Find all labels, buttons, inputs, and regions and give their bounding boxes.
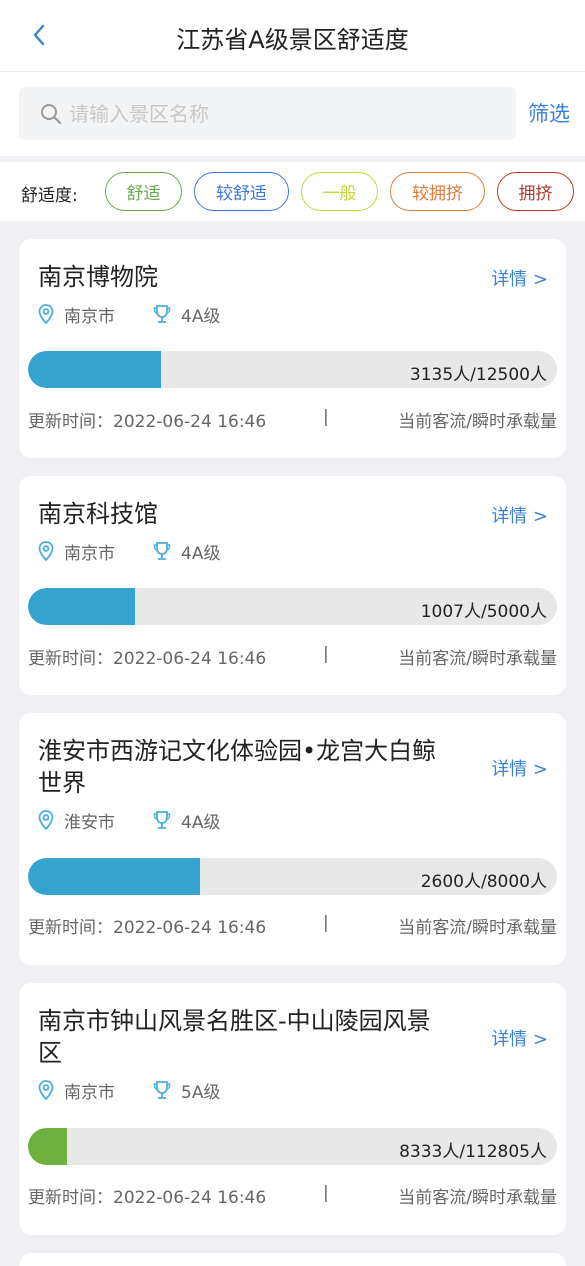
update-time: 更新时间：2022-06-24 16:46 bbox=[28, 649, 267, 669]
capacity-bar-fill bbox=[28, 588, 135, 625]
scenic-card[interactable]: 南京科技馆 详情 > 南京市 4A级 1007人/5000人 更新时间：2022… bbox=[19, 476, 566, 695]
chip-fairly-crowded[interactable]: 较拥挤 bbox=[390, 172, 485, 211]
city-label: 南京市 bbox=[64, 306, 115, 327]
update-time: 更新时间：2022-06-24 16:46 bbox=[28, 412, 267, 432]
comfort-label: 舒适度: bbox=[21, 186, 78, 206]
comfort-filter: 舒适度: 舒适 较舒适 一般 较拥挤 拥挤 bbox=[0, 162, 585, 221]
search-input[interactable] bbox=[69, 87, 499, 140]
capacity-count: 8333人/112805人 bbox=[399, 1142, 547, 1162]
capacity-bar-fill bbox=[28, 1128, 68, 1165]
update-time: 更新时间：2022-06-24 16:46 bbox=[28, 918, 267, 938]
scenic-card[interactable]: 淮安市西游记文化体验园•龙宫大白鲸世界 详情 > 淮安市 4A级 2600人/8… bbox=[19, 713, 566, 965]
search-icon bbox=[41, 104, 62, 125]
detail-link[interactable]: 详情 > bbox=[491, 502, 548, 528]
meta-row: 南京市 4A级 bbox=[38, 539, 221, 564]
capacity-count: 3135人/12500人 bbox=[409, 365, 547, 385]
meta-row: 南京市 4A级 bbox=[38, 302, 221, 327]
location-pin-icon bbox=[38, 810, 54, 830]
capacity-bar: 2600人/8000人 bbox=[28, 858, 557, 895]
scenic-card-partial[interactable] bbox=[19, 1253, 566, 1266]
level-label: 4A级 bbox=[181, 812, 221, 833]
trophy-icon bbox=[153, 811, 171, 829]
city-label: 南京市 bbox=[64, 1082, 115, 1103]
scenic-name: 淮安市西游记文化体验园•龙宫大白鲸世界 bbox=[38, 737, 437, 797]
scenic-name: 南京市钟山风景名胜区-中山陵园风景区 bbox=[38, 1007, 431, 1067]
filter-button[interactable]: 筛选 bbox=[528, 98, 570, 128]
detail-link[interactable]: 详情 > bbox=[491, 265, 548, 291]
capacity-note: 当前客流/瞬时承载量 bbox=[398, 918, 557, 938]
trophy-icon bbox=[153, 1081, 171, 1099]
top-bar: 江苏省A级景区舒适度 bbox=[0, 0, 585, 72]
chip-fairly-comfortable[interactable]: 较舒适 bbox=[194, 172, 289, 211]
level-label: 4A级 bbox=[181, 306, 221, 327]
capacity-bar: 8333人/112805人 bbox=[28, 1128, 557, 1165]
trophy-icon bbox=[153, 542, 171, 560]
page-title: 江苏省A级景区舒适度 bbox=[176, 26, 409, 54]
scenic-name: 南京科技馆 bbox=[38, 500, 158, 528]
meta-row: 淮安市 4A级 bbox=[38, 808, 221, 833]
level-label: 5A级 bbox=[181, 1082, 221, 1103]
chip-comfortable[interactable]: 舒适 bbox=[105, 172, 182, 211]
capacity-bar: 1007人/5000人 bbox=[28, 588, 557, 625]
scenic-card[interactable]: 南京市钟山风景名胜区-中山陵园风景区 详情 > 南京市 5A级 8333人/11… bbox=[19, 983, 566, 1235]
divider: | bbox=[323, 644, 329, 664]
capacity-count: 1007人/5000人 bbox=[420, 602, 547, 622]
level-label: 4A级 bbox=[181, 543, 221, 564]
scenic-name: 南京博物院 bbox=[38, 263, 158, 291]
capacity-bar-fill bbox=[28, 858, 200, 895]
location-pin-icon bbox=[38, 304, 54, 324]
capacity-note: 当前客流/瞬时承载量 bbox=[398, 649, 557, 669]
divider: | bbox=[323, 913, 329, 933]
scenic-card[interactable]: 南京博物院 详情 > 南京市 4A级 3135人/12500人 更新时间：202… bbox=[19, 239, 566, 458]
divider: | bbox=[323, 407, 329, 427]
update-time: 更新时间：2022-06-24 16:46 bbox=[28, 1188, 267, 1208]
capacity-note: 当前客流/瞬时承载量 bbox=[398, 1188, 557, 1208]
capacity-bar-fill bbox=[28, 351, 161, 388]
chip-crowded[interactable]: 拥挤 bbox=[497, 172, 574, 211]
detail-link[interactable]: 详情 > bbox=[491, 1025, 548, 1051]
search-bar: 筛选 bbox=[0, 72, 585, 156]
capacity-note: 当前客流/瞬时承载量 bbox=[398, 412, 557, 432]
meta-row: 南京市 5A级 bbox=[38, 1078, 221, 1103]
capacity-count: 2600人/8000人 bbox=[420, 872, 547, 892]
location-pin-icon bbox=[38, 541, 54, 561]
trophy-icon bbox=[153, 305, 171, 323]
location-pin-icon bbox=[38, 1080, 54, 1100]
capacity-bar: 3135人/12500人 bbox=[28, 351, 557, 388]
search-box[interactable] bbox=[19, 87, 516, 140]
divider: | bbox=[323, 1183, 329, 1203]
update-row: 更新时间：2022-06-24 16:46 | 当前客流/瞬时承载量 bbox=[28, 407, 557, 432]
city-label: 南京市 bbox=[64, 543, 115, 564]
chip-normal[interactable]: 一般 bbox=[301, 172, 378, 211]
update-row: 更新时间：2022-06-24 16:46 | 当前客流/瞬时承载量 bbox=[28, 913, 557, 938]
detail-link[interactable]: 详情 > bbox=[491, 755, 548, 781]
city-label: 淮安市 bbox=[64, 812, 115, 833]
update-row: 更新时间：2022-06-24 16:46 | 当前客流/瞬时承载量 bbox=[28, 1183, 557, 1208]
update-row: 更新时间：2022-06-24 16:46 | 当前客流/瞬时承载量 bbox=[28, 644, 557, 669]
